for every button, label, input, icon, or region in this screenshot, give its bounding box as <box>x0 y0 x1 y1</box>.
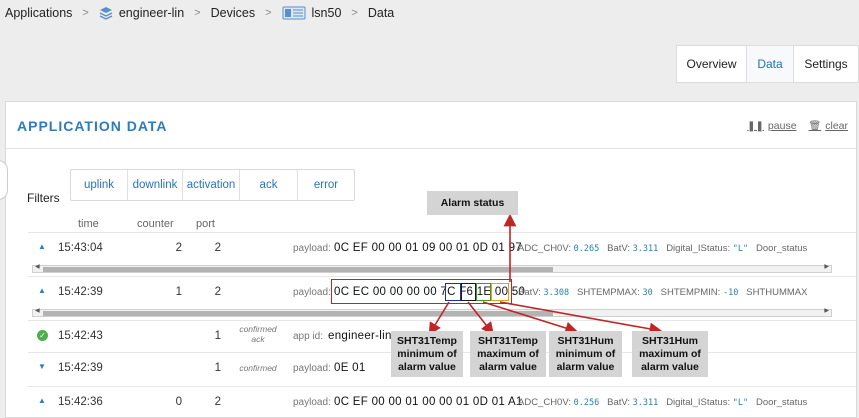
arrow-temp-max <box>467 301 494 336</box>
temp-max-callout: SHT31Temp maximum of alarm value <box>470 331 546 377</box>
callout-line: maximum of <box>477 347 539 360</box>
callout-line: SHT31Temp <box>397 334 457 347</box>
arrow-hum-max <box>499 301 663 336</box>
temp-min-callout: SHT31Temp minimum of alarm value <box>391 331 463 377</box>
alarm-status-callout: Alarm status <box>427 191 518 215</box>
arrow-temp-min <box>428 301 450 336</box>
hum-max-callout: SHT31Hum maximum of alarm value <box>632 331 708 377</box>
callout-line: minimum of <box>555 347 616 360</box>
callout-line: alarm value <box>479 360 537 373</box>
callout-line: maximum of <box>639 347 701 360</box>
callout-line: SHT31Temp <box>478 334 538 347</box>
callout-line: SHT31Hum <box>641 334 698 347</box>
callout-line: SHT31Hum <box>557 334 614 347</box>
hum-min-callout: SHT31Hum minimum of alarm value <box>549 331 622 377</box>
callout-line: alarm value <box>556 360 615 373</box>
callout-line: alarm value <box>641 360 699 373</box>
callout-line: alarm value <box>398 360 456 373</box>
callout-line: minimum of <box>397 347 457 360</box>
